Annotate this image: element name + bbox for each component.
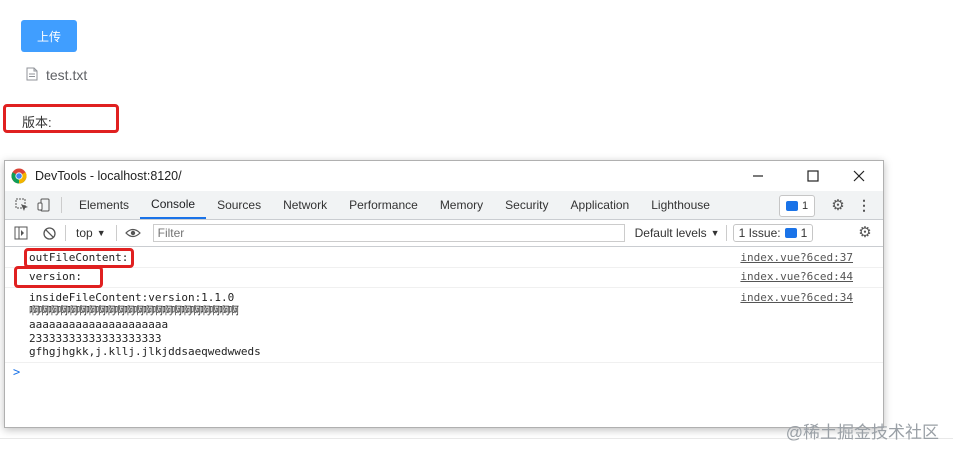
sidebar-toggle-icon[interactable]	[11, 226, 31, 240]
settings-gear-icon[interactable]: ⚙	[831, 197, 845, 214]
outfilecontent-highlight-box	[24, 248, 134, 268]
tab-application[interactable]: Application	[560, 191, 641, 219]
console-line: aaaaaaaaaaaaaaaaaaaaa	[29, 318, 169, 331]
dropdown-arrow-icon: ▼	[710, 228, 720, 238]
tab-elements[interactable]: Elements	[68, 191, 140, 219]
console-source-link[interactable]: index.vue?6ced:37	[740, 251, 853, 264]
issues-badge[interactable]: 1	[779, 195, 815, 217]
context-label: top	[76, 226, 93, 240]
issues-button-label: 1 Issue:	[738, 226, 781, 240]
more-options-icon[interactable]: ⋮	[857, 197, 871, 213]
console-source-link[interactable]: index.vue?6ced:34	[740, 291, 853, 304]
eye-icon[interactable]	[123, 228, 143, 238]
issues-button-count: 1	[800, 226, 808, 240]
issues-badge-count: 1	[801, 200, 809, 212]
minimize-icon[interactable]	[751, 169, 765, 183]
message-icon	[785, 201, 798, 211]
device-toolbar-icon[interactable]	[33, 198, 55, 212]
console-message: version: index.vue?6ced:44	[5, 268, 883, 288]
version-label: 版本:	[22, 115, 52, 130]
console-line: 啊啊啊啊啊啊啊啊啊啊啊啊啊啊啊啊啊啊啊啊啊啊	[29, 304, 239, 317]
message-icon	[784, 228, 797, 238]
devtools-titlebar: DevTools - localhost:8120/	[5, 161, 883, 191]
clear-console-icon[interactable]	[39, 226, 59, 240]
console-filterbar: top ▼ Default levels ▼ 1 Issue: 1 ⚙	[5, 220, 883, 247]
version-log-highlight-box	[14, 266, 103, 288]
console-filter-input[interactable]	[152, 224, 625, 242]
file-name: test.txt	[46, 67, 88, 83]
close-icon[interactable]	[852, 169, 866, 183]
document-icon	[26, 67, 38, 84]
toolbar-divider	[61, 197, 62, 213]
console-prompt[interactable]: >	[13, 365, 20, 379]
console-message-text: insideFileContent:version:1.1.0 啊啊啊啊啊啊啊啊…	[29, 291, 261, 359]
log-levels-dropdown[interactable]: Default levels ▼	[635, 226, 720, 240]
tab-lighthouse[interactable]: Lighthouse	[640, 191, 721, 219]
devtools-window: DevTools - localhost:8120/ Elements Cons…	[4, 160, 884, 428]
console-line: insideFileContent:version:1.1.0	[29, 291, 235, 304]
tab-memory[interactable]: Memory	[429, 191, 494, 219]
version-highlight-box	[3, 104, 119, 133]
log-levels-label: Default levels	[634, 226, 707, 240]
toolbar-divider	[115, 225, 117, 241]
watermark: @稀土掘金技术社区	[785, 423, 939, 442]
tab-performance[interactable]: Performance	[338, 191, 429, 219]
upload-button[interactable]: 上传	[21, 20, 77, 52]
context-selector[interactable]: top ▼	[72, 226, 110, 240]
console-message: outFileContent: index.vue?6ced:37	[5, 249, 883, 268]
console-settings-gear-icon[interactable]: ⚙	[858, 224, 872, 241]
tab-security[interactable]: Security	[494, 191, 559, 219]
console-line: gfhgjhgkk,j.kllj.jlkjddsaeqwedwweds	[29, 345, 261, 358]
console-source-link[interactable]: index.vue?6ced:44	[740, 270, 853, 283]
issues-button[interactable]: 1 Issue: 1	[732, 224, 814, 242]
devtools-tabbar: Elements Console Sources Network Perform…	[5, 191, 883, 220]
tab-sources[interactable]: Sources	[206, 191, 272, 219]
console-message: insideFileContent:version:1.1.0 啊啊啊啊啊啊啊啊…	[5, 288, 883, 363]
devtools-title: DevTools - localhost:8120/	[35, 169, 182, 183]
console-output: outFileContent: index.vue?6ced:37 versio…	[5, 247, 883, 427]
tab-network[interactable]: Network	[272, 191, 338, 219]
inspect-element-icon[interactable]	[11, 198, 33, 212]
tab-console[interactable]: Console	[140, 191, 207, 219]
toolbar-divider	[725, 225, 727, 241]
console-line: 23333333333333333333	[29, 331, 162, 345]
dropdown-arrow-icon: ▼	[96, 228, 106, 238]
toolbar-divider	[65, 225, 66, 241]
chrome-icon	[11, 168, 27, 184]
file-list-item[interactable]: test.txt	[26, 64, 87, 86]
maximize-icon[interactable]	[806, 169, 820, 183]
